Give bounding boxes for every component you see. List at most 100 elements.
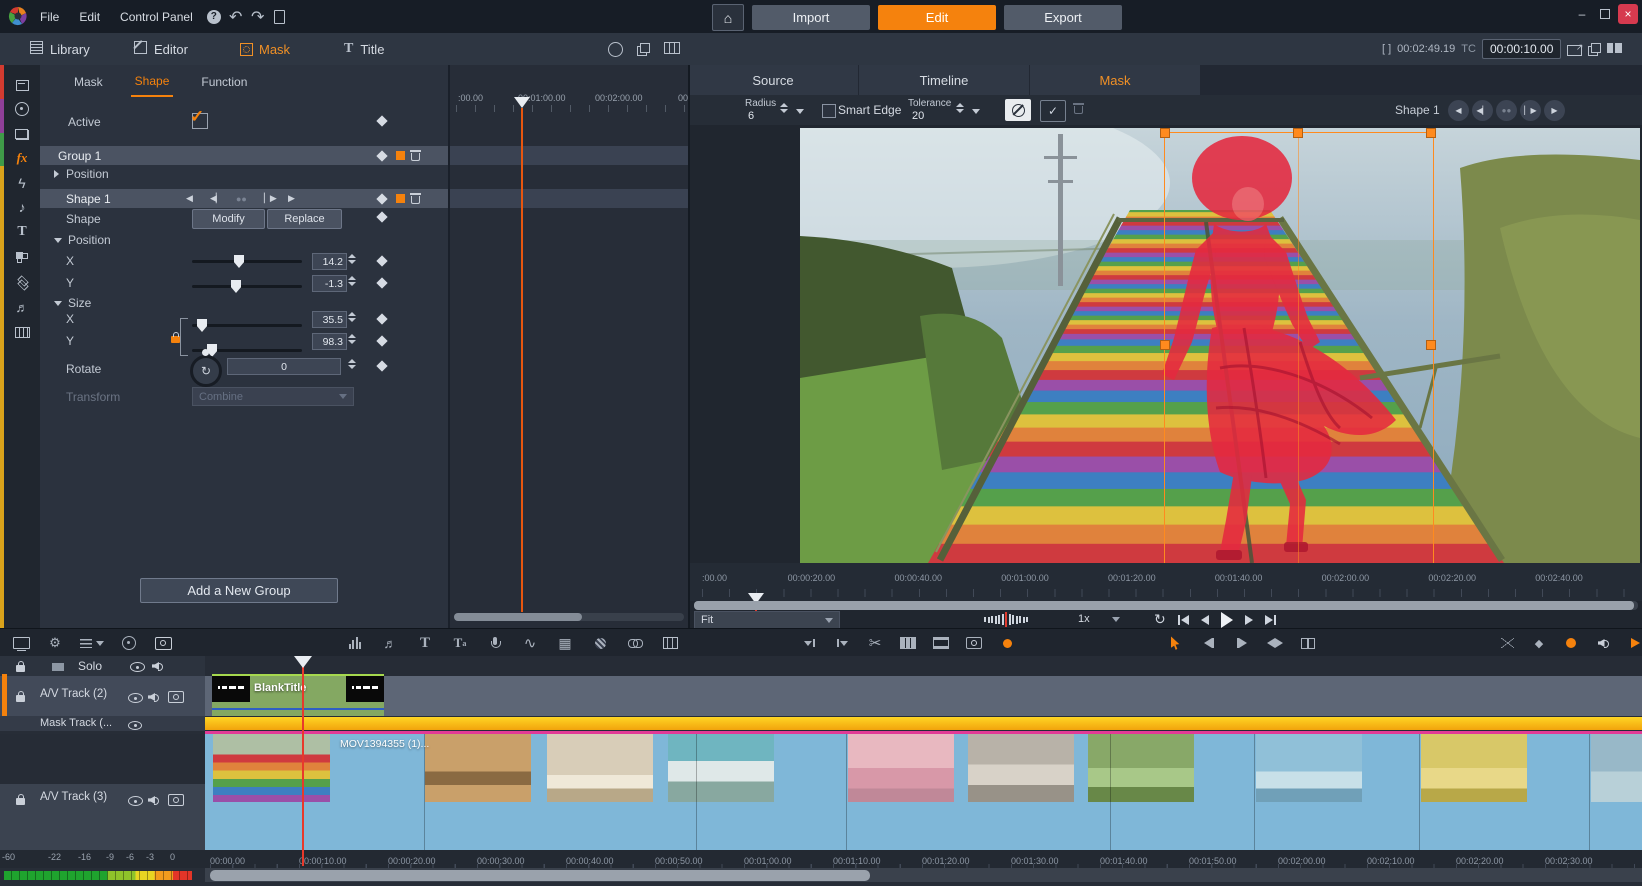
- discard-mask-button[interactable]: [1074, 103, 1083, 117]
- import-mode-button[interactable]: Import: [752, 5, 870, 30]
- cue-marker-icon[interactable]: [833, 629, 851, 657]
- radius-value[interactable]: 6: [748, 110, 754, 122]
- track3-lock-icon[interactable]: [16, 794, 25, 808]
- position-y-keyframe-diamond[interactable]: [376, 277, 387, 288]
- detach-player-icon[interactable]: ↗: [1567, 44, 1582, 55]
- shape-row[interactable]: Shape 1 ◀ ◀▏ ●● ▏▶ ▶: [40, 189, 448, 208]
- grab-frame-icon[interactable]: [965, 629, 983, 657]
- size-lock-icon[interactable]: [171, 332, 180, 346]
- speed-caret-icon[interactable]: [1112, 617, 1120, 622]
- minimize-button[interactable]: –: [1572, 4, 1592, 24]
- voiceover-mic-icon[interactable]: [486, 629, 504, 657]
- modify-button[interactable]: Modify: [192, 209, 265, 229]
- track2-speaker-icon[interactable]: [148, 691, 159, 705]
- rotate-spinner[interactable]: [348, 359, 356, 369]
- preview-scrollbar-track[interactable]: [694, 601, 1638, 610]
- home-button[interactable]: ⌂: [712, 4, 744, 31]
- size-section-header[interactable]: Size: [54, 296, 91, 310]
- position-section-header[interactable]: Position: [54, 233, 111, 247]
- selection-handle-top-mid[interactable]: [1293, 128, 1303, 138]
- media-bin-icon[interactable]: [10, 73, 34, 95]
- group-enable-square[interactable]: [396, 151, 405, 160]
- size-x-keyframe-diamond[interactable]: [376, 313, 387, 324]
- panel-tab-mask[interactable]: Mask: [70, 68, 107, 96]
- zoom-fit-dropdown[interactable]: Fit: [694, 611, 840, 629]
- timeline-view-icon[interactable]: [12, 629, 30, 657]
- mask-brush-tool-button[interactable]: [1005, 99, 1031, 121]
- position-x-spinner[interactable]: [348, 254, 356, 264]
- split-clip-icon[interactable]: ✂: [866, 629, 884, 657]
- trim-in-tool-icon[interactable]: [1200, 629, 1218, 657]
- expand-arrow-icon[interactable]: [54, 170, 59, 178]
- radius-spinner[interactable]: [780, 103, 788, 113]
- video-clip[interactable]: MOV1394355 (1)...: [205, 734, 1642, 850]
- transform-dropdown[interactable]: Combine: [192, 387, 354, 406]
- undo-icon[interactable]: ↶: [225, 0, 247, 33]
- title-editor-icon[interactable]: T: [416, 629, 434, 657]
- next-keyframe-icon[interactable]: ▶: [288, 193, 294, 204]
- selection-handle-mid-left[interactable]: [1160, 340, 1170, 350]
- replace-button[interactable]: Replace: [267, 209, 342, 229]
- timeline-playhead-line[interactable]: [302, 666, 304, 866]
- rotate-dial[interactable]: ↻: [190, 355, 222, 387]
- menu-control-panel[interactable]: Control Panel: [110, 0, 203, 33]
- shape-enable-square[interactable]: [396, 194, 405, 203]
- mask-selection-box[interactable]: [1164, 132, 1434, 563]
- add-track-icon[interactable]: [52, 660, 64, 674]
- waveform-icon[interactable]: ∿: [521, 629, 539, 657]
- preview-scrollbar-thumb[interactable]: [694, 601, 1634, 610]
- size-x-spinner[interactable]: [348, 312, 356, 322]
- burn-disc-icon[interactable]: [120, 629, 138, 657]
- tolerance-spinner[interactable]: [956, 103, 964, 113]
- export-mode-button[interactable]: Export: [1004, 5, 1122, 30]
- track3-speaker-icon[interactable]: [148, 794, 159, 808]
- av-track-2-header[interactable]: A/V Track (2): [0, 676, 205, 716]
- position-x-slider[interactable]: [192, 260, 302, 263]
- position-x-slider-thumb[interactable]: [234, 255, 244, 268]
- add-marker-icon[interactable]: [800, 629, 818, 657]
- fx-effects-icon[interactable]: fx: [10, 147, 34, 169]
- size-x-slider-thumb[interactable]: [197, 319, 207, 332]
- lightning-transitions-icon[interactable]: ϟ: [10, 172, 34, 194]
- tab-timeline[interactable]: Timeline: [859, 65, 1030, 95]
- link-clips-icon[interactable]: [626, 629, 644, 657]
- video-preview[interactable]: [800, 128, 1640, 563]
- size-y-spinner[interactable]: [348, 334, 356, 344]
- track3-eye-icon[interactable]: [128, 795, 143, 809]
- add-keyframe-icon[interactable]: ●●: [236, 194, 247, 204]
- mask-track-header[interactable]: Mask Track (...: [0, 716, 205, 731]
- group-row[interactable]: Group 1: [40, 146, 448, 165]
- film-reel-icon[interactable]: [10, 98, 34, 120]
- snap-toggle-icon[interactable]: [1626, 629, 1642, 657]
- prev-keyframe-icon[interactable]: ◀: [186, 193, 192, 204]
- selection-handle-mid-right[interactable]: [1426, 340, 1436, 350]
- master-eye-icon[interactable]: [130, 661, 145, 675]
- trim-out-tool-icon[interactable]: [1233, 629, 1251, 657]
- rotate-keyframe-diamond[interactable]: [376, 360, 387, 371]
- tab-editor[interactable]: Editor: [134, 33, 188, 65]
- layers-icon[interactable]: [10, 271, 34, 293]
- av-track-3-header[interactable]: A/V Track (3): [0, 784, 205, 850]
- music-icon[interactable]: ♪: [10, 196, 34, 218]
- menu-file[interactable]: File: [30, 0, 69, 33]
- mini-playhead-line[interactable]: [521, 108, 523, 612]
- text-titles-icon[interactable]: T: [10, 221, 34, 243]
- next-frame-button[interactable]: [1245, 615, 1253, 625]
- mask-track-clip[interactable]: [205, 717, 1642, 730]
- audio-levels-icon[interactable]: [346, 629, 364, 657]
- active-keyframe-diamond[interactable]: [376, 115, 387, 126]
- mask-track-eye-icon[interactable]: [128, 719, 142, 733]
- title-clip[interactable]: BlankTitle: [212, 674, 384, 716]
- subtitle-editor-icon[interactable]: Ta: [451, 629, 469, 657]
- instrument-icon[interactable]: [10, 321, 34, 343]
- position-x-keyframe-diamond[interactable]: [376, 255, 387, 266]
- group-position-row[interactable]: Position: [54, 167, 109, 181]
- panel-tab-function[interactable]: Function: [197, 68, 251, 96]
- smart-edge-checkbox[interactable]: [822, 104, 836, 118]
- narration-record-icon[interactable]: [998, 629, 1016, 657]
- timecode-input[interactable]: 00:00:10.00: [1482, 39, 1561, 59]
- mini-playhead-grip[interactable]: [514, 97, 530, 108]
- collapse-arrow-icon[interactable]: [54, 238, 62, 243]
- tab-mask-preview[interactable]: Mask: [1030, 65, 1201, 95]
- keyframe-editor-icon[interactable]: ◆: [1530, 629, 1548, 657]
